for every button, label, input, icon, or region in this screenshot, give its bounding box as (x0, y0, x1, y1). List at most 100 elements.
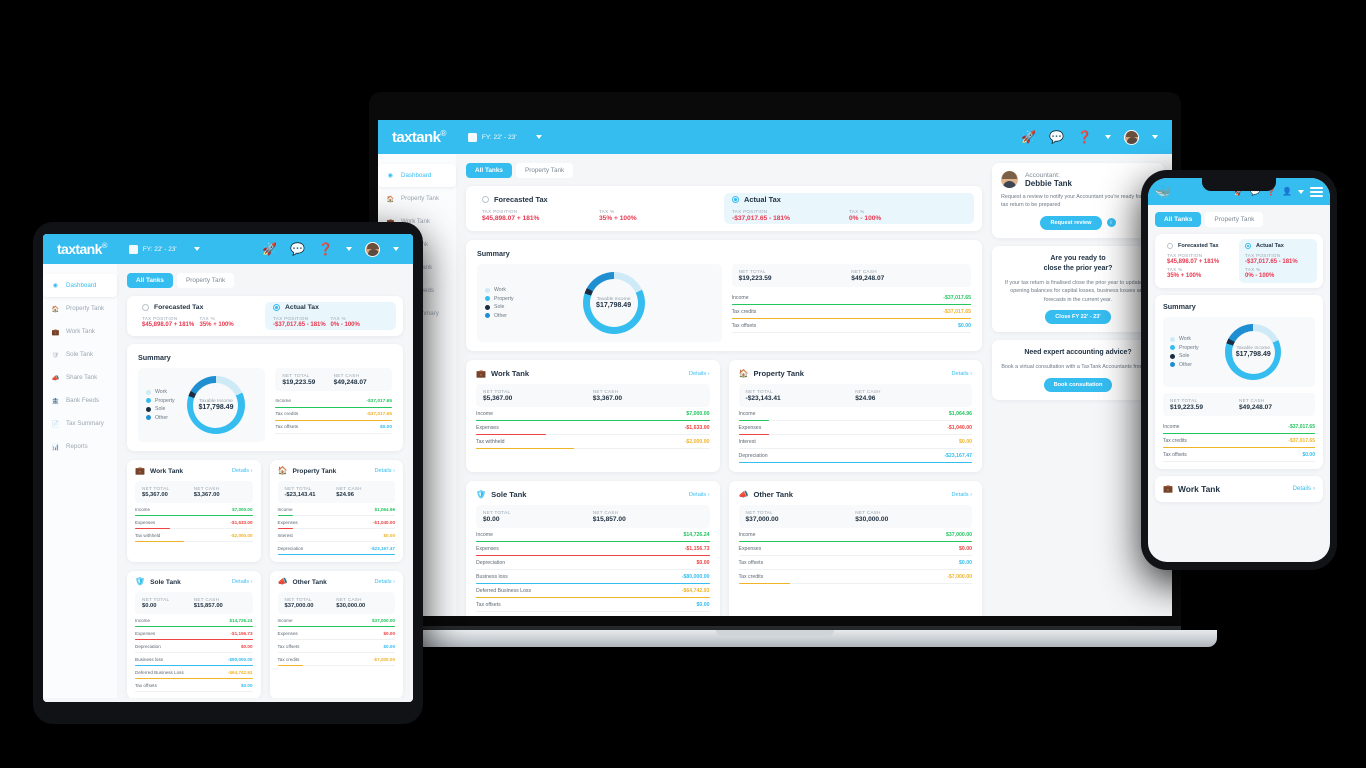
actual-tax-radio[interactable] (1245, 243, 1251, 249)
tank-net-cash: NET CASH $3,367.00 (593, 389, 703, 402)
tablet-app-logo[interactable]: taxtank® (57, 241, 108, 257)
forecasted-tax-radio[interactable] (482, 196, 489, 203)
sidebar-item-property-tank[interactable]: 🏠 Property Tank (378, 187, 456, 210)
chevron-down-icon[interactable] (535, 135, 542, 139)
close-prior-year-button[interactable]: Close FY 22' - 23' (1045, 310, 1111, 325)
avatar[interactable]: 👤 (1282, 187, 1292, 196)
sidebar-item-sole-tank[interactable]: 🛡 Sole Tank (43, 343, 117, 366)
phone-forecasted-title: Forecasted Tax (1178, 243, 1219, 249)
avatar-chevron-down-icon[interactable] (1152, 135, 1158, 139)
help-chevron-down-icon[interactable] (1105, 135, 1111, 139)
app-logo-mark[interactable]: 🐳 (1155, 184, 1171, 200)
chat-icon[interactable]: 💬 (290, 243, 305, 255)
label: NET TOTAL (1170, 398, 1198, 403)
forecasted-rate-label: TAX % (599, 209, 615, 214)
laptop-base (333, 630, 1217, 647)
sidebar-item-work-tank[interactable]: 💼 Work Tank (43, 320, 117, 343)
sidebar-item-bank-feeds[interactable]: 🏦 Bank Feeds (43, 389, 117, 412)
sidebar-item-reports[interactable]: 📊 Reports (43, 435, 117, 458)
phone-work-tank-card[interactable]: 💼 Work Tank Details › (1155, 476, 1323, 502)
chat-icon[interactable]: 💬 (1049, 131, 1064, 143)
app-logo[interactable]: taxtank® (392, 129, 446, 146)
info-icon[interactable]: i (1106, 218, 1116, 228)
rocket-icon[interactable]: 🚀 (1021, 131, 1036, 143)
book-consultation-button[interactable]: Book consultation (1043, 377, 1113, 392)
request-review-button[interactable]: Request review (1040, 215, 1102, 230)
tank-details-link[interactable]: Details › (951, 492, 972, 498)
tank-details-link[interactable]: Details › (232, 579, 253, 585)
tablet-net-totals: NET TOTAL $19,223.59 NET CASH $49,248.07 (275, 368, 392, 391)
accountant-row: Accountant: Debbie Tank (1001, 171, 1155, 188)
bar-row-income: Income $7,000.00 (476, 407, 710, 421)
actual-tax-radio[interactable] (732, 196, 739, 203)
help-icon[interactable]: ❓ (318, 243, 333, 255)
legend-item-sole: Sole (485, 304, 514, 310)
tank-card-other-tank[interactable]: 📣 Other Tank Details › NET TOTAL $37,000.00 N… (269, 571, 403, 698)
tank-card-property-tank[interactable]: 🏠 Property Tank Details › NET TOTAL -$23,143… (728, 360, 982, 472)
bar-row-label: Income (738, 411, 756, 417)
forecasted-tax-radio[interactable] (1167, 243, 1173, 249)
help-chevron-down-icon[interactable] (346, 247, 352, 251)
bar-row-value: -$64,742.93 (681, 588, 710, 594)
tablet-forecasted-tax-panel[interactable]: Forecasted Tax TAX POSITION $45,898.07 +… (134, 302, 265, 330)
bar-row-label: Tax offsets (1163, 452, 1187, 458)
chevron-down-icon[interactable] (1298, 189, 1304, 194)
tank-details-link[interactable]: Details › (374, 468, 395, 474)
tablet-summary-title: Summary (138, 353, 171, 362)
tab-property-tank[interactable]: Property Tank (515, 163, 574, 178)
label: NET TOTAL (483, 389, 511, 394)
sidebar-item-dashboard[interactable]: ◉ Dashboard (378, 164, 456, 187)
tank-net-totals: NET TOTAL $0.00 NET CASH $15,857.00 (135, 592, 253, 614)
forecasted-tax-panel[interactable]: Forecasted Tax TAX POSITION $45,898.07 +… (474, 193, 724, 224)
avatar[interactable] (365, 241, 380, 257)
forecasted-tax-radio[interactable] (142, 304, 149, 311)
financial-year-selector[interactable]: FY: 22' - 23' (467, 132, 542, 142)
phone-work-tank-details-link[interactable]: Details › (1293, 486, 1315, 492)
avatar[interactable] (1124, 129, 1139, 145)
actual-tax-panel[interactable]: Actual Tax TAX POSITION -$37,017.65 - 18… (724, 193, 974, 224)
bar-row-value: $37,000.00 (946, 532, 972, 538)
tank-card-work-tank[interactable]: 💼 Work Tank Details › NET TOTAL $5,367.00 NET… (127, 460, 261, 562)
tab-property-tank[interactable]: Property Tank (176, 273, 235, 288)
help-icon[interactable]: ❓ (1077, 131, 1092, 143)
tablet-actual-tax-panel[interactable]: Actual Tax TAX POSITION -$37,017.65 - 18… (265, 302, 396, 330)
sidebar-item-share-tank[interactable]: 📣 Share Tank (43, 366, 117, 389)
rocket-icon[interactable]: 🚀 (262, 243, 277, 255)
tab-all-tanks[interactable]: All Tanks (1155, 212, 1202, 227)
actual-tax-radio[interactable] (273, 304, 280, 311)
tank-details-link[interactable]: Details › (374, 579, 395, 585)
label: NET TOTAL (284, 597, 312, 602)
tank-details-link[interactable]: Details › (232, 468, 253, 474)
sidebar-item-tax-summary[interactable]: 📄 Tax Summary (43, 412, 117, 435)
tank-card-property-tank[interactable]: 🏠 Property Tank Details › NET TOTAL -$23,143… (269, 460, 403, 562)
value: 35% + 100% (199, 322, 234, 328)
tank-card-sole-tank[interactable]: 🛡 Sole Tank Details › NET TOTAL $0.00 NET CAS… (466, 481, 720, 616)
tank-details-link[interactable]: Details › (951, 371, 972, 377)
label: NET CASH (1239, 398, 1265, 403)
tab-all-tanks[interactable]: All Tanks (127, 273, 173, 288)
hamburger-menu-icon[interactable] (1310, 186, 1323, 197)
tank-card-work-tank[interactable]: 💼 Work Tank Details › NET TOTAL $5,367.00 NET… (466, 360, 720, 472)
tablet-financial-year-selector[interactable]: FY: 22' - 23' (128, 244, 200, 254)
accountant-avatar (1001, 171, 1018, 188)
sidebar-item-property-tank[interactable]: 🏠 Property Tank (43, 297, 117, 320)
donut-center: Taxable Income $17,798.49 (583, 272, 645, 334)
tank-card-sole-tank[interactable]: 🛡 Sole Tank Details › NET TOTAL $0.00 NET CAS… (127, 571, 261, 698)
sidebar-item-dashboard[interactable]: ◉ Dashboard (43, 274, 117, 297)
avatar-chevron-down-icon[interactable] (393, 247, 399, 251)
phone-forecasted-panel[interactable]: Forecasted Tax TAX POSITION $45,898.07 +… (1161, 239, 1239, 283)
tab-all-tanks[interactable]: All Tanks (466, 163, 512, 178)
label: NET CASH (193, 486, 220, 491)
label: NET CASH (336, 486, 362, 491)
tank-net-total: NET TOTAL $5,367.00 (483, 389, 593, 402)
tab-property-tank[interactable]: Property Tank (1205, 212, 1264, 227)
tank-details-link[interactable]: Details › (689, 492, 710, 498)
phone-actual-panel[interactable]: Actual Tax TAX POSITION -$37,017.65 - 18… (1239, 239, 1317, 283)
phone-donut-wrap: Taxable Income $17,798.49 (1199, 324, 1308, 380)
tank-card-other-tank[interactable]: 📣 Other Tank Details › NET TOTAL $37,000.00 N… (728, 481, 982, 616)
tank-details-link[interactable]: Details › (689, 371, 710, 377)
bar-row-depreciation: Depreciation $0.00 (135, 640, 253, 653)
bar-row-label: Depreciation (738, 453, 768, 459)
phone-actual-header: Actual Tax (1245, 243, 1311, 249)
chevron-down-icon[interactable] (193, 247, 200, 251)
